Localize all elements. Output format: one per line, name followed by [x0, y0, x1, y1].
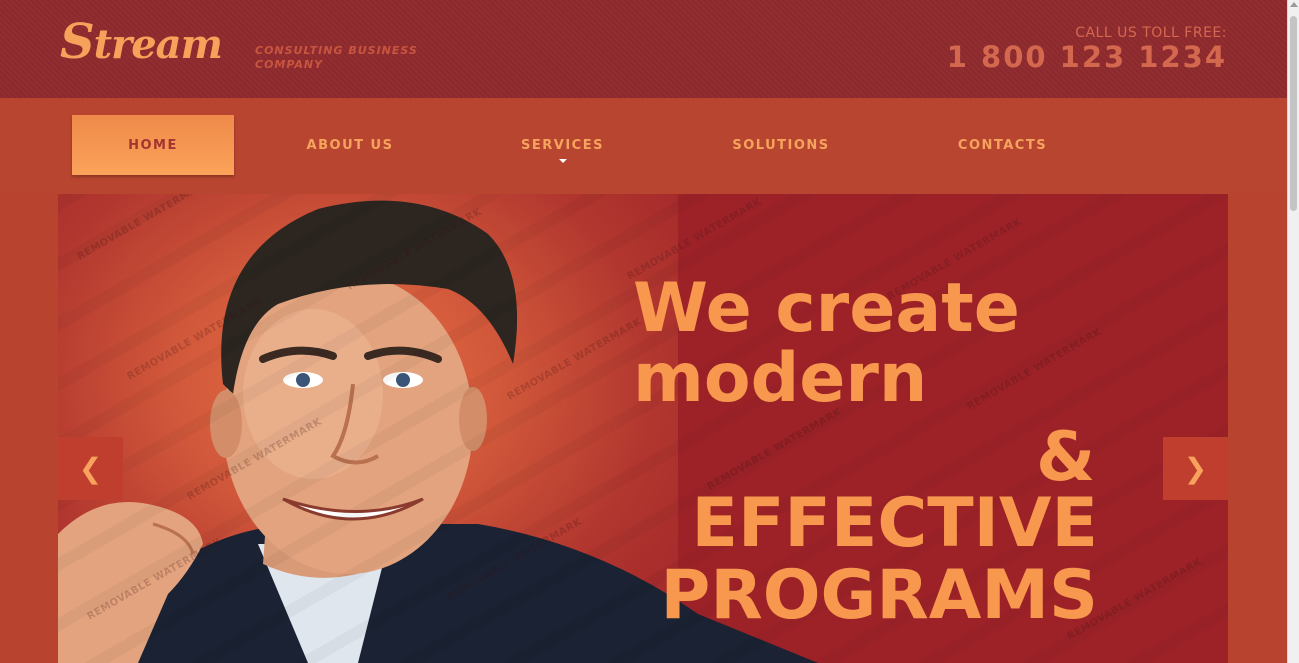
nav-services-label: SERVICES: [521, 137, 604, 153]
headline-line-4: PROGRAMS: [660, 556, 1098, 635]
slider-next-button[interactable]: ❯: [1163, 437, 1228, 500]
main-nav: HOME ABOUT US SERVICES SOLUTIONS CONTACT…: [0, 98, 1287, 194]
slide-headline-top: We create modern: [633, 274, 1020, 414]
site-tagline: CONSULTING BUSINESS COMPANY: [255, 44, 418, 71]
slider-prev-button[interactable]: ❮: [58, 437, 123, 500]
slide-headline-bottom: EFFECTIVE PROGRAMS: [661, 488, 1098, 632]
logo-initial: S: [60, 14, 95, 70]
vertical-scrollbar[interactable]: [1287, 0, 1299, 663]
headline-line-2: modern: [633, 339, 928, 418]
phone-number[interactable]: 1 800 123 1234: [947, 40, 1227, 74]
logo-rest: tream: [93, 21, 223, 68]
nav-services[interactable]: SERVICES: [500, 115, 625, 175]
nav-contacts[interactable]: CONTACTS: [940, 115, 1065, 175]
site-header: Stream CONSULTING BUSINESS COMPANY CALL …: [0, 0, 1287, 98]
headline-line-3: EFFECTIVE: [691, 484, 1098, 563]
nav-about-us[interactable]: ABOUT US: [290, 115, 410, 175]
chevron-left-icon: ❮: [78, 452, 103, 485]
dropdown-caret-icon: [558, 159, 567, 163]
scrollbar-thumb[interactable]: [1290, 16, 1297, 211]
nav-home[interactable]: HOME: [72, 115, 234, 175]
site-logo[interactable]: Stream: [60, 14, 223, 70]
hero-slider: REMOVABLE WATERMARK REMOVABLE WATERMARK …: [58, 194, 1228, 663]
page: Stream CONSULTING BUSINESS COMPANY CALL …: [0, 0, 1287, 663]
scroll-up-arrow-icon[interactable]: [1290, 2, 1298, 7]
nav-solutions[interactable]: SOLUTIONS: [715, 115, 847, 175]
headline-line-1: We create: [633, 269, 1020, 348]
call-label: CALL US TOLL FREE:: [1075, 25, 1227, 41]
chevron-right-icon: ❯: [1183, 452, 1208, 485]
